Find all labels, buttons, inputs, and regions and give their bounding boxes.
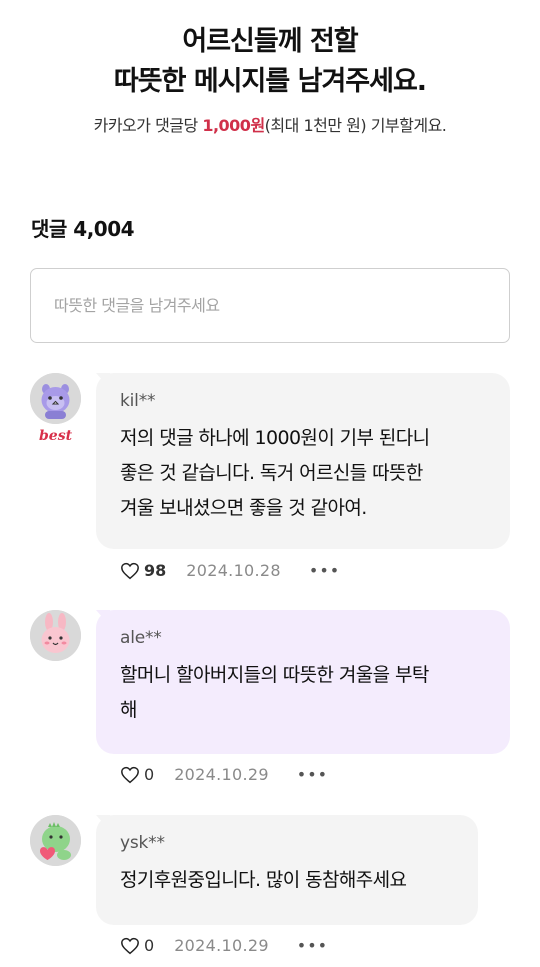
more-options-icon[interactable]: •••	[309, 561, 340, 580]
avatar[interactable]	[30, 610, 81, 661]
comment-meta: 0 2024.10.29 •••	[120, 936, 328, 955]
green-dinosaur-icon	[30, 815, 81, 866]
like-count: 0	[144, 765, 155, 784]
comment-count-value: 4,004	[73, 217, 135, 241]
comment-text: 할머니 할아버지들의 따뜻한 겨울을 부탁 해	[120, 664, 429, 721]
comment-meta: 0 2024.10.29 •••	[120, 765, 328, 784]
comment-bubble: ysk** 정기후원중입니다. 많이 동참해주세요	[96, 815, 478, 925]
purple-character-icon	[30, 373, 81, 424]
comment-input-box[interactable]	[30, 268, 510, 343]
more-options-icon[interactable]: •••	[297, 765, 328, 784]
like-count: 0	[144, 936, 155, 955]
best-badge: best	[39, 428, 73, 444]
comment-input[interactable]	[54, 296, 509, 315]
avatar[interactable]	[30, 815, 81, 866]
comment-date: 2024.10.29	[174, 936, 269, 955]
comment-text: 저의 댓글 하나에 1000원이 기부 된다니 좋은 것 같습니다. 독거 어르…	[120, 427, 430, 519]
heart-icon[interactable]	[120, 766, 140, 784]
donation-amount: 1,000원	[202, 116, 265, 135]
comment-text: 정기후원중입니다. 많이 동참해주세요	[120, 869, 407, 891]
comment-author: ale**	[120, 628, 162, 648]
page-header: 어르신들께 전할 따뜻한 메시지를 남겨주세요. 카카오가 댓글당 1,000원…	[0, 22, 540, 136]
comment-date: 2024.10.28	[186, 561, 281, 580]
page-title-line-1: 어르신들께 전할	[182, 26, 358, 57]
comment-date: 2024.10.29	[174, 765, 269, 784]
comment-count: 댓글 4,004	[31, 213, 135, 242]
avatar[interactable]	[30, 373, 81, 424]
subtitle-prefix: 카카오가 댓글당	[93, 116, 203, 135]
like-count: 98	[144, 561, 167, 580]
comment-meta: 98 2024.10.28 •••	[120, 561, 340, 580]
comment-bubble: kil** 저의 댓글 하나에 1000원이 기부 된다니 좋은 것 같습니다.…	[96, 373, 510, 549]
comment-count-label: 댓글	[31, 217, 67, 241]
comment-author: kil**	[120, 391, 156, 411]
page-title-line-2: 따뜻한 메시지를 남겨주세요.	[113, 66, 427, 97]
comment-author: ysk**	[120, 833, 165, 853]
more-options-icon[interactable]: •••	[297, 936, 328, 955]
subtitle-suffix: (최대 1천만 원) 기부할게요.	[264, 116, 447, 135]
donation-subtitle: 카카오가 댓글당 1,000원(최대 1천만 원) 기부할게요.	[0, 112, 540, 136]
heart-icon[interactable]	[120, 937, 140, 955]
heart-icon[interactable]	[120, 562, 140, 580]
comment-bubble: ale** 할머니 할아버지들의 따뜻한 겨울을 부탁 해	[96, 610, 510, 754]
pink-bunny-icon	[30, 610, 81, 661]
